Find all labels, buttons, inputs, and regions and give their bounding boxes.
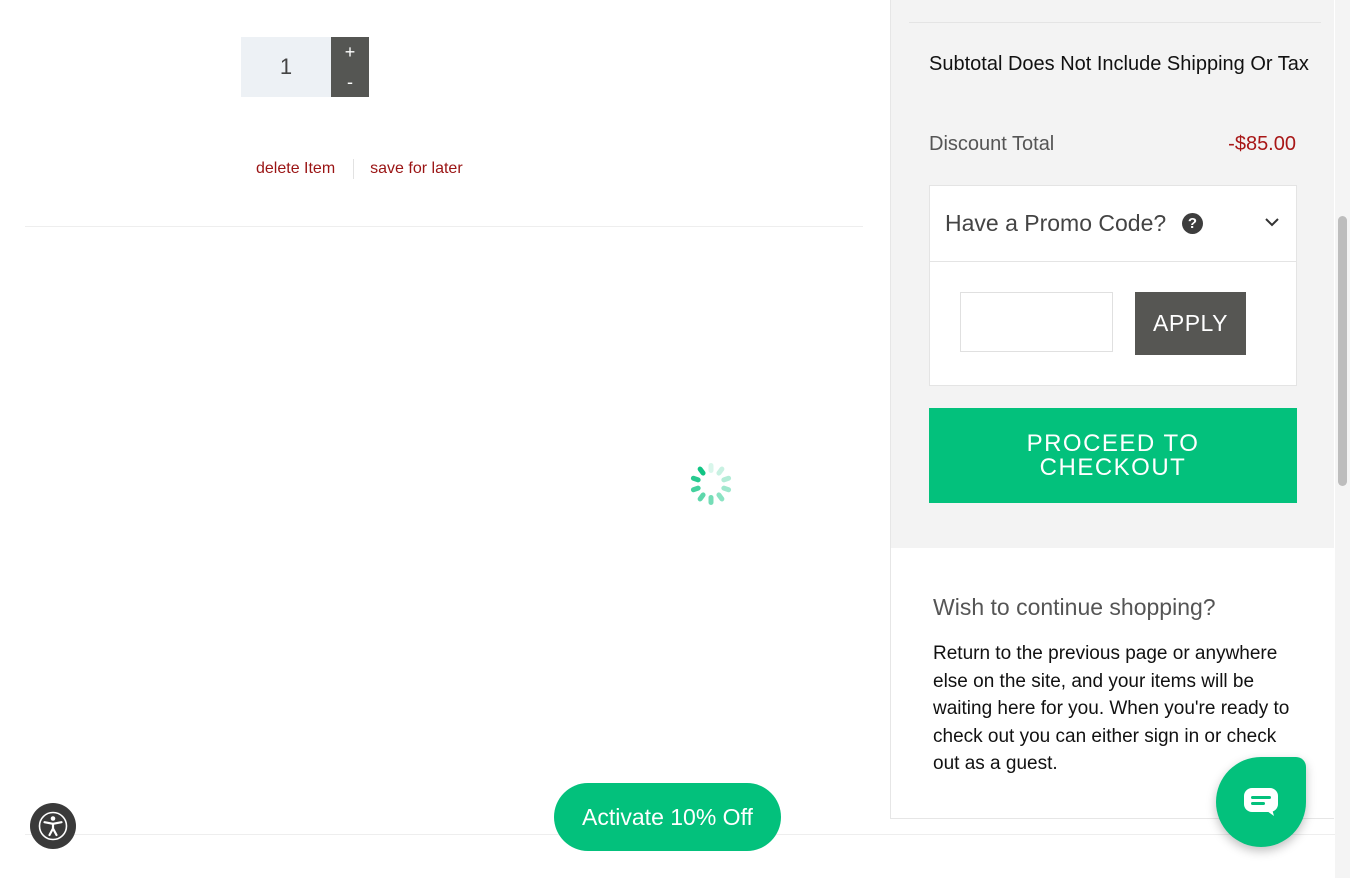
promo-code-input[interactable] (960, 292, 1113, 352)
chevron-down-icon[interactable] (1264, 214, 1280, 230)
scrollbar-thumb[interactable] (1338, 216, 1347, 486)
discount-total-value: -$85.00 (1228, 133, 1296, 155)
item-actions: delete Item save for later (256, 159, 463, 179)
save-for-later-link[interactable]: save for later (370, 160, 462, 178)
discount-total-label: Discount Total (929, 133, 1055, 155)
subtotal-note: Subtotal Does Not Include Shipping Or Ta… (929, 53, 1309, 75)
accessibility-icon (38, 811, 68, 841)
promo-code-title: Have a Promo Code? (945, 210, 1167, 236)
question-circle-icon[interactable]: ? (1182, 213, 1203, 234)
decrement-button[interactable]: - (331, 67, 369, 97)
promo-code-toggle[interactable]: Have a Promo Code? ? (930, 186, 1296, 262)
chat-button[interactable] (1216, 757, 1306, 847)
continue-shopping-text: Return to the previous page or anywhere … (933, 643, 1290, 774)
cart-page: 1 + - delete Item save for later Subtota… (0, 0, 1350, 878)
summary-divider (909, 22, 1321, 23)
item-divider (25, 226, 863, 227)
delete-item-link[interactable]: delete Item (256, 160, 335, 178)
quantity-value[interactable]: 1 (241, 37, 331, 97)
link-divider (353, 159, 355, 179)
increment-button[interactable]: + (331, 37, 369, 67)
quantity-stepper: + - (331, 37, 369, 97)
apply-promo-button[interactable]: APPLY (1135, 292, 1246, 355)
activate-discount-button[interactable]: Activate 10% Off (554, 783, 781, 851)
continue-shopping-title: Wish to continue shopping? (933, 594, 1216, 620)
proceed-to-checkout-button[interactable]: PROCEED TO CHECKOUT (929, 408, 1297, 503)
chat-icon (1244, 788, 1278, 816)
accessibility-button[interactable] (30, 803, 76, 849)
promo-code-panel: Have a Promo Code? ? APPLY (929, 185, 1297, 386)
loading-spinner-icon (690, 463, 732, 505)
